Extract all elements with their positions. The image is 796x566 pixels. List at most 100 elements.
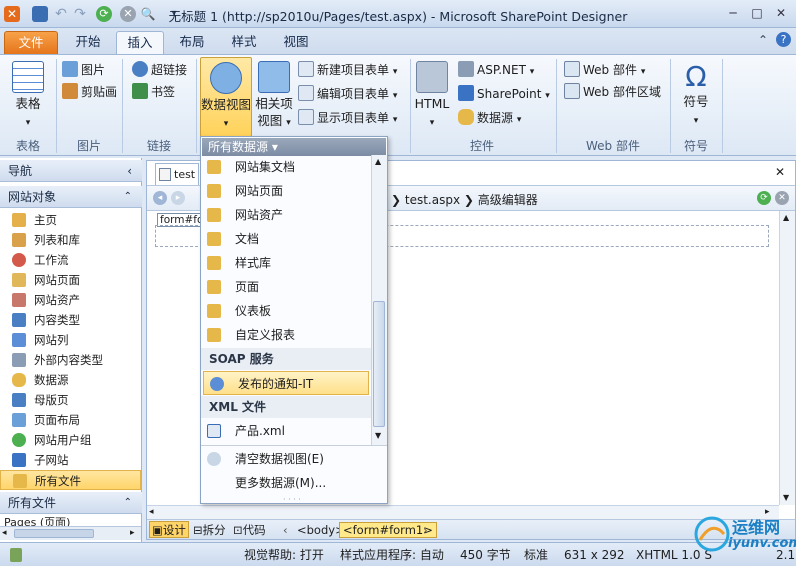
maximize-button[interactable]: □ (746, 4, 768, 22)
breadcrumb-editor[interactable]: 高级编辑器 (478, 193, 538, 207)
nav-item-page-layouts[interactable]: 页面布局 (0, 410, 141, 430)
dropdown-filter-header[interactable]: 所有数据源 ▾ (202, 138, 386, 156)
tab-home[interactable]: 开始 (64, 31, 112, 54)
breadcrumb-sep: ❯ (460, 193, 478, 207)
hyperlink-button[interactable]: 超链接 (132, 59, 187, 81)
clear-data-view-item[interactable]: 清空数据视图(E) (201, 447, 387, 471)
nav-item-site-columns[interactable]: 网站列 (0, 330, 141, 350)
symbol-button[interactable]: Ω 符号 ▾ (674, 61, 718, 130)
related-item-view-button[interactable]: 相关项 视图 ▾ (254, 61, 294, 132)
aspnet-button[interactable]: ASP.NET ▾ (458, 59, 534, 81)
tab-file[interactable]: 文件 (4, 31, 58, 54)
scroll-left-icon[interactable]: ◂ (2, 528, 7, 538)
dropdown-item-soap[interactable]: 发布的通知-IT (203, 371, 369, 395)
scroll-up-icon[interactable]: ▲ (783, 213, 789, 222)
style-application-status[interactable]: 样式应用程序: 自动 (340, 543, 444, 566)
table-button[interactable]: 表格 ▾ (6, 61, 50, 132)
help-icon[interactable]: ? (776, 32, 791, 47)
resize-grip-icon[interactable]: · · · · (283, 495, 301, 504)
dropdown-item-xml[interactable]: 产品.xml (201, 419, 371, 443)
code-label: 代码 (242, 523, 266, 537)
more-data-sources-item[interactable]: 更多数据源(M)... (201, 471, 387, 495)
scroll-thumb[interactable] (14, 529, 94, 538)
scroll-down-icon[interactable]: ▼ (375, 431, 381, 440)
chevron-up-icon[interactable]: ⌃ (124, 186, 132, 208)
design-view-button[interactable]: ▣设计 (149, 521, 189, 538)
nav-item-master-pages[interactable]: 母版页 (0, 390, 141, 410)
nav-horizontal-scrollbar[interactable]: ◂ ▸ (0, 526, 141, 540)
nav-item-site-pages[interactable]: 网站页面 (0, 270, 141, 290)
refresh-icon[interactable]: ⟳ (757, 191, 771, 205)
nav-item-workflows[interactable]: 工作流 (0, 250, 141, 270)
nav-item-home[interactable]: 主页 (0, 210, 141, 230)
status-icon[interactable] (10, 548, 22, 562)
tag-body[interactable]: <body> (297, 520, 345, 540)
close-button[interactable]: ✕ (770, 4, 792, 22)
nav-item-all-files[interactable]: 所有文件 (0, 470, 141, 490)
nav-item-site-assets[interactable]: 网站资产 (0, 290, 141, 310)
dropdown-scrollbar[interactable]: ▲ ▼ (371, 155, 387, 445)
edit-item-form-button[interactable]: 编辑项目表单 ▾ (298, 83, 397, 105)
breadcrumb-file[interactable]: test.aspx (405, 193, 460, 207)
nav-item-data-sources[interactable]: 数据源 (0, 370, 141, 390)
forward-icon[interactable]: ▸ (171, 191, 185, 205)
bookmark-button[interactable]: 书签 (132, 81, 175, 103)
dropdown-item[interactable]: 网站集文档 (201, 155, 371, 179)
nav-item-label: 网站页面 (34, 273, 80, 287)
new-item-form-button[interactable]: 新建项目表单 ▾ (298, 59, 397, 81)
doc-tab[interactable]: test (155, 163, 199, 185)
nav-item-external-content-types[interactable]: 外部内容类型 (0, 350, 141, 370)
nav-section-site-objects[interactable]: 网站对象 ⌃ (0, 186, 142, 208)
nav-item-site-groups[interactable]: 网站用户组 (0, 430, 141, 450)
data-view-button[interactable]: 数据视图 ▾ (200, 57, 252, 137)
sharepoint-button[interactable]: SharePoint ▾ (458, 83, 550, 105)
web-part-button[interactable]: Web 部件 ▾ (564, 59, 645, 81)
dropdown-item[interactable]: 自定义报表 (201, 323, 371, 347)
nav-item-label: 工作流 (34, 253, 69, 267)
collapse-nav-icon[interactable]: ‹ (127, 160, 132, 182)
editor-horizontal-scrollbar[interactable]: ◂ ▸ (147, 505, 779, 519)
dropdown-section-xml: XML 文件 (201, 396, 371, 418)
subsite-icon (12, 453, 26, 467)
tag-selector-prev-icon[interactable]: ‹ (283, 520, 288, 540)
stop-icon[interactable]: ✕ (775, 191, 789, 205)
html-button[interactable]: HTML ▾ (412, 61, 452, 132)
tab-layout[interactable]: 布局 (168, 31, 216, 54)
breadcrumb: ❯ test.aspx ❯ 高级编辑器 (391, 191, 538, 208)
scroll-up-icon[interactable]: ▲ (375, 157, 381, 166)
nav-section-all-files[interactable]: 所有文件 ⌃ (0, 492, 142, 514)
scroll-down-icon[interactable]: ▼ (783, 493, 789, 502)
visual-aids-status[interactable]: 视觉帮助: 打开 (244, 543, 324, 566)
clipart-button[interactable]: 剪贴画 (62, 81, 117, 103)
dropdown-item[interactable]: 网站资产 (201, 203, 371, 227)
display-item-form-button[interactable]: 显示项目表单 ▾ (298, 107, 397, 129)
dropdown-item[interactable]: 样式库 (201, 251, 371, 275)
tab-style[interactable]: 样式 (220, 31, 268, 54)
dropdown-item[interactable]: 网站页面 (201, 179, 371, 203)
collapse-ribbon-icon[interactable]: ⌃ (758, 33, 768, 47)
dropdown-scroll-thumb[interactable] (373, 301, 385, 427)
bookmark-label: 书签 (151, 85, 176, 99)
back-icon[interactable]: ◂ (153, 191, 167, 205)
tab-insert[interactable]: 插入 (116, 31, 164, 54)
split-view-button[interactable]: ⊟拆分 (193, 520, 226, 540)
close-doc-icon[interactable]: ✕ (775, 165, 785, 179)
dropdown-item[interactable]: 文档 (201, 227, 371, 251)
scroll-left-icon[interactable]: ◂ (149, 507, 154, 517)
dropdown-item[interactable]: 页面 (201, 275, 371, 299)
code-view-button[interactable]: ⊡代码 (233, 520, 266, 540)
tab-view[interactable]: 视图 (272, 31, 320, 54)
dropdown-item[interactable]: 仪表板 (201, 299, 371, 323)
minimize-button[interactable]: ─ (722, 4, 744, 22)
nav-item-lists[interactable]: 列表和库 (0, 230, 141, 250)
dropdown-item-label: 样式库 (235, 256, 272, 270)
tag-selector-next-icon[interactable]: › (423, 520, 428, 540)
data-source-button[interactable]: 数据源 ▾ (458, 107, 521, 129)
nav-item-content-types[interactable]: 内容类型 (0, 310, 141, 330)
scroll-right-icon[interactable]: ▸ (130, 528, 135, 538)
web-part-zone-button[interactable]: Web 部件区域 (564, 81, 661, 103)
chevron-up-icon[interactable]: ⌃ (124, 492, 132, 514)
editor-vertical-scrollbar[interactable]: ▲ ▼ (779, 211, 795, 505)
picture-button[interactable]: 图片 (62, 59, 105, 81)
nav-item-subsites[interactable]: 子网站 (0, 450, 141, 470)
